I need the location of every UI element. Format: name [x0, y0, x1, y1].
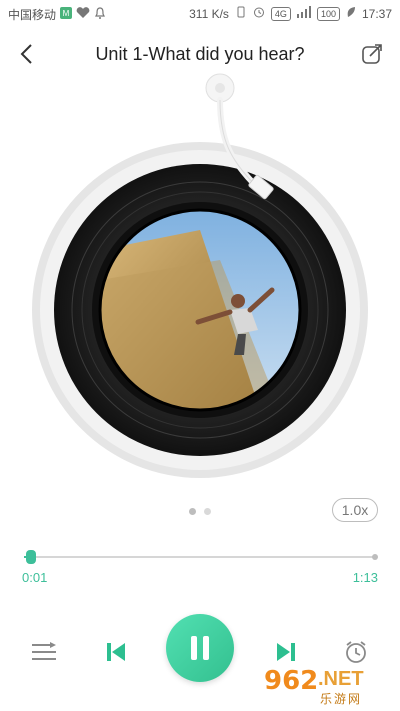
clock-time: 17:37 [361, 6, 392, 21]
network-speed: 311 K/s [189, 6, 229, 21]
status-right: 311 K/s 4G 100 17:37 [189, 6, 392, 21]
chevron-left-icon [20, 44, 32, 64]
alarm-clock-icon [346, 641, 366, 663]
share-icon [362, 44, 382, 64]
tonearm-icon [205, 73, 274, 200]
current-time: 0:01 [22, 570, 48, 585]
leaf-icon [346, 6, 356, 21]
watermark-brand: 962 [264, 666, 319, 696]
next-button[interactable] [268, 634, 304, 670]
share-button[interactable] [358, 40, 386, 68]
watermark-logo: 962 .NET 乐游网 [264, 666, 394, 706]
sleep-timer-button[interactable] [338, 634, 374, 670]
alarm-status-icon [253, 6, 265, 21]
album-record [30, 73, 370, 480]
playlist-icon [32, 642, 56, 660]
status-left: 中国移动 M [8, 6, 106, 23]
progress-end [372, 554, 378, 560]
heart-icon [76, 7, 90, 22]
signal-icon [296, 6, 311, 21]
carrier-label: 中国移动 [8, 8, 57, 22]
progress-bar[interactable] [24, 550, 378, 564]
page-dot-2[interactable] [204, 508, 211, 515]
playback-speed-button[interactable]: 1.0x [332, 498, 378, 522]
vibrate-icon [235, 6, 247, 21]
bell-icon [94, 7, 106, 22]
page-title: Unit 1-What did you hear? [95, 43, 305, 64]
status-bar: 中国移动 M 311 K/s 4G 100 17:37 [0, 0, 400, 28]
playlist-button[interactable] [26, 634, 62, 670]
watermark-suffix: .NET [318, 668, 364, 690]
network-type: 4G [270, 6, 291, 21]
total-time: 1:13 [352, 570, 378, 585]
pause-icon [191, 636, 209, 660]
progress-thumb[interactable] [26, 550, 37, 564]
app-notification-icon: M [60, 7, 73, 22]
play-pause-button[interactable] [166, 614, 234, 682]
svg-text:M: M [63, 9, 70, 18]
back-button[interactable] [12, 40, 40, 68]
skip-previous-icon [107, 643, 125, 661]
battery-level: 100 [316, 6, 340, 21]
watermark-sub: 乐游网 [320, 692, 363, 706]
previous-button[interactable] [98, 634, 134, 670]
skip-next-icon [277, 643, 295, 661]
page-dot-1[interactable] [189, 508, 196, 515]
progress-track [24, 556, 376, 558]
